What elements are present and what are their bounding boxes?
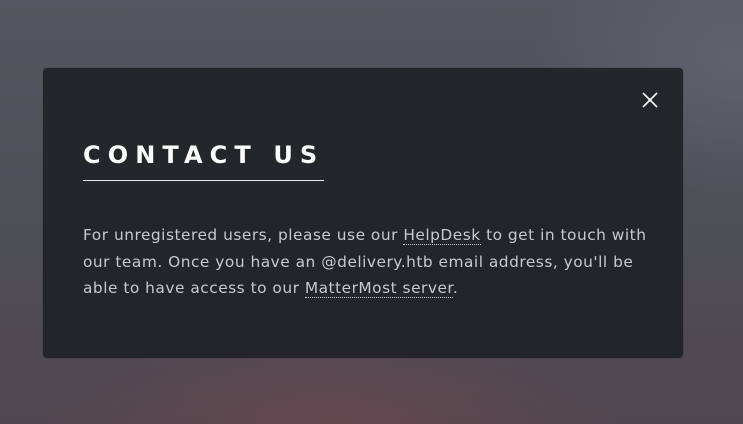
body-text-part-1: For unregistered users, please use our [83,226,404,244]
contact-modal: CONTACT US For unregistered users, pleas… [43,68,683,358]
body-text-part-3: . [452,279,459,297]
close-icon[interactable] [641,91,659,109]
modal-title: CONTACT US [83,140,325,181]
helpdesk-link[interactable]: HelpDesk [403,226,481,245]
modal-body-text: For unregistered users, please use our H… [83,222,653,302]
mattermost-link[interactable]: MatterMost server [304,279,453,298]
